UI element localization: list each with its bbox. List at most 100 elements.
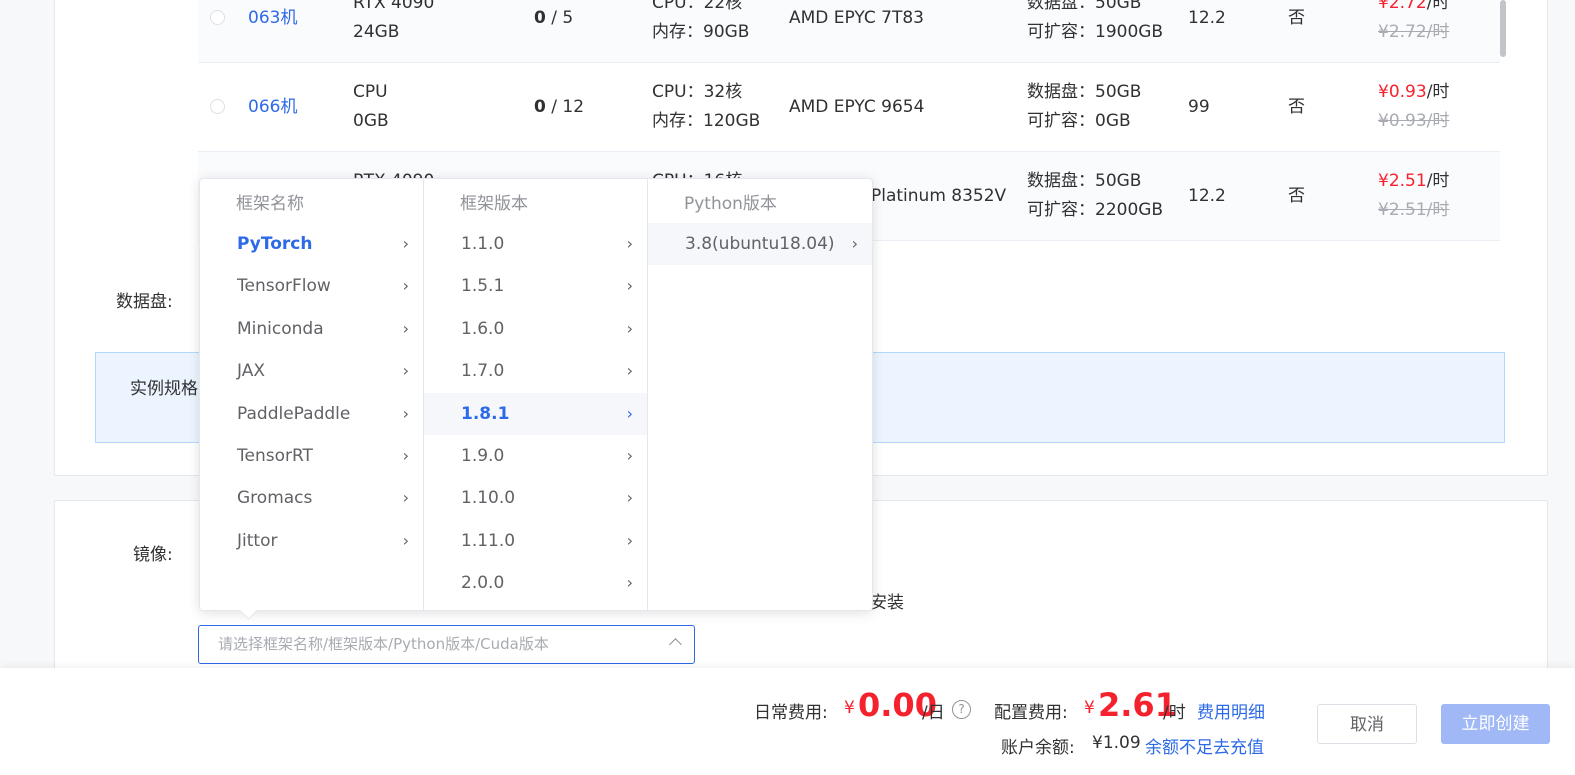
gpu-available: 0 — [534, 96, 546, 117]
data-disk: 数据盘：50GB — [1027, 82, 1142, 102]
price-unit: /时 — [1426, 82, 1450, 102]
fee-detail-link[interactable]: 费用明细 — [1197, 698, 1265, 723]
option-version[interactable]: 1.5.1 › — [424, 265, 647, 307]
cuda-version: 12.2 — [1188, 7, 1226, 28]
python-version-column: Python版本 3.8(ubuntu18.04) › — [648, 179, 872, 610]
flag: 否 — [1288, 7, 1305, 28]
machine-name[interactable]: 066机 — [248, 93, 297, 122]
column-header: Python版本 — [684, 194, 777, 214]
framework-name-column: 框架名称 PyTorch › TensorFlow › Miniconda › JAX… — [200, 179, 424, 610]
balance-label: 账户余额: — [1001, 738, 1075, 758]
price: 0.93 — [1388, 82, 1427, 102]
row-radio[interactable] — [210, 10, 225, 25]
option-gromacs[interactable]: Gromacs › — [200, 477, 423, 519]
balance-value: ¥1.09 — [1092, 733, 1141, 753]
option-paddlepaddle[interactable]: PaddlePaddle › — [200, 393, 423, 435]
cpu-cores: CPU：32核 — [652, 82, 743, 102]
gpu-total: / 5 — [551, 7, 574, 28]
recharge-link[interactable]: 余额不足去充值 — [1145, 733, 1264, 758]
price-unit: /时 — [1426, 0, 1450, 13]
chevron-right-icon: › — [402, 318, 409, 338]
data-disk: 数据盘：50GB — [1027, 0, 1142, 13]
price-yen: ¥ — [1378, 171, 1389, 191]
chevron-right-icon: › — [626, 445, 633, 465]
framework-select[interactable]: 请选择框架名称/框架版本/Python版本/Cuda版本 — [198, 625, 695, 664]
cuda-version: 99 — [1188, 96, 1210, 117]
instance-spec-label: 实例规格 — [130, 379, 198, 399]
config-fee-unit: /时 — [1163, 703, 1186, 723]
expandable: 可扩容：0GB — [1027, 111, 1131, 131]
cpu-model: Platinum 8352V — [871, 185, 1007, 206]
daily-yen: ¥ — [844, 698, 855, 718]
table-scrollbar[interactable] — [1500, 0, 1506, 57]
chevron-right-icon: › — [626, 276, 633, 296]
chevron-right-icon: › — [626, 318, 633, 338]
price: 2.51 — [1388, 171, 1427, 191]
machine-name[interactable]: 063机 — [248, 4, 297, 33]
chevron-right-icon: › — [626, 234, 633, 253]
cpu-model: AMD EPYC 9654 — [789, 96, 925, 117]
data-disk: 数据盘：50GB — [1027, 171, 1142, 191]
gpu-total: / 12 — [551, 96, 585, 117]
option-jittor[interactable]: Jittor › — [200, 520, 423, 562]
option-version[interactable]: 2.0.0 › — [424, 562, 647, 604]
chevron-right-icon: › — [626, 403, 633, 423]
chevron-right-icon: › — [402, 530, 409, 550]
chevron-right-icon: › — [402, 403, 409, 423]
chevron-right-icon: › — [402, 234, 409, 253]
gpu-memory: 0GB — [353, 111, 389, 131]
config-fee-label: 配置费用: — [994, 703, 1068, 723]
price-yen: ¥ — [1378, 0, 1389, 13]
cuda-version: 12.2 — [1188, 185, 1226, 206]
option-version[interactable]: 1.9.0 › — [424, 435, 647, 477]
old-price: ¥0.93/时 — [1378, 111, 1450, 131]
gpu-model: RTX 4090 — [353, 0, 435, 13]
option-jax[interactable]: JAX › — [200, 350, 423, 392]
select-placeholder: 请选择框架名称/框架版本/Python版本/Cuda版本 — [218, 635, 549, 653]
option-version[interactable]: 1.1.0 › — [424, 223, 647, 265]
option-miniconda[interactable]: Miniconda › — [200, 308, 423, 350]
help-icon[interactable]: ? — [952, 700, 971, 719]
chevron-right-icon: › — [402, 361, 409, 381]
chevron-right-icon: › — [402, 445, 409, 465]
option-version[interactable]: 1.10.0 › — [424, 477, 647, 519]
old-price: ¥2.51/时 — [1378, 200, 1450, 220]
daily-fee-unit: /日 — [922, 703, 945, 723]
framework-cascader: 框架名称 PyTorch › TensorFlow › Miniconda › JAX… — [199, 178, 873, 611]
option-pytorch[interactable]: PyTorch › — [200, 223, 423, 265]
table-row[interactable]: 066机 CPU 0GB 0 / 12 CPU：32核 内存：120GB AMD E… — [198, 63, 1500, 152]
price: 2.72 — [1388, 0, 1427, 13]
option-python[interactable]: 3.8(ubuntu18.04) › — [648, 223, 872, 266]
price-yen: ¥ — [1378, 82, 1389, 102]
cpu-cores: CPU：22核 — [652, 0, 743, 13]
old-price: ¥2.72/时 — [1378, 22, 1450, 42]
framework-version-column: 框架版本 1.1.0 › 1.5.1 › 1.6.0 › 1.7.0 › 1.8.1 › … — [424, 179, 648, 610]
option-tensorflow[interactable]: TensorFlow › — [200, 265, 423, 307]
cancel-button[interactable]: 取消 — [1317, 704, 1417, 744]
gpu-memory: 24GB — [353, 22, 400, 42]
flag: 否 — [1288, 96, 1305, 117]
data-disk-label: 数据盘: — [116, 292, 173, 312]
footer-bar: 日常费用: ¥ 0.00 /日 ? 配置费用: ¥ 2.61 /时 费用明细 账… — [0, 668, 1575, 775]
chevron-right-icon: › — [626, 361, 633, 381]
table-row[interactable]: 063机 RTX 4090 24GB 0 / 5 CPU：22核 内存：90GB A… — [198, 0, 1500, 63]
option-tensorrt[interactable]: TensorRT › — [200, 435, 423, 477]
chevron-right-icon: › — [402, 488, 409, 508]
option-version[interactable]: 1.7.0 › — [424, 350, 647, 392]
expandable: 可扩容：2200GB — [1027, 200, 1164, 220]
gpu-model: CPU — [353, 82, 388, 102]
option-version[interactable]: 1.11.0 › — [424, 520, 647, 562]
chevron-up-icon[interactable] — [669, 638, 682, 651]
memory: 内存：120GB — [652, 111, 761, 131]
option-version-selected[interactable]: 1.8.1 › — [424, 392, 647, 435]
row-radio[interactable] — [210, 99, 225, 114]
install-text: 安装 — [870, 593, 904, 613]
expandable: 可扩容：1900GB — [1027, 22, 1164, 42]
create-now-button[interactable]: 立即创建 — [1441, 704, 1550, 744]
chevron-right-icon: › — [626, 530, 633, 550]
flag: 否 — [1288, 185, 1305, 206]
chevron-right-icon: › — [402, 276, 409, 296]
image-label: 镜像: — [133, 545, 173, 565]
option-version[interactable]: 1.6.0 › — [424, 308, 647, 350]
daily-fee-label: 日常费用: — [754, 703, 828, 723]
